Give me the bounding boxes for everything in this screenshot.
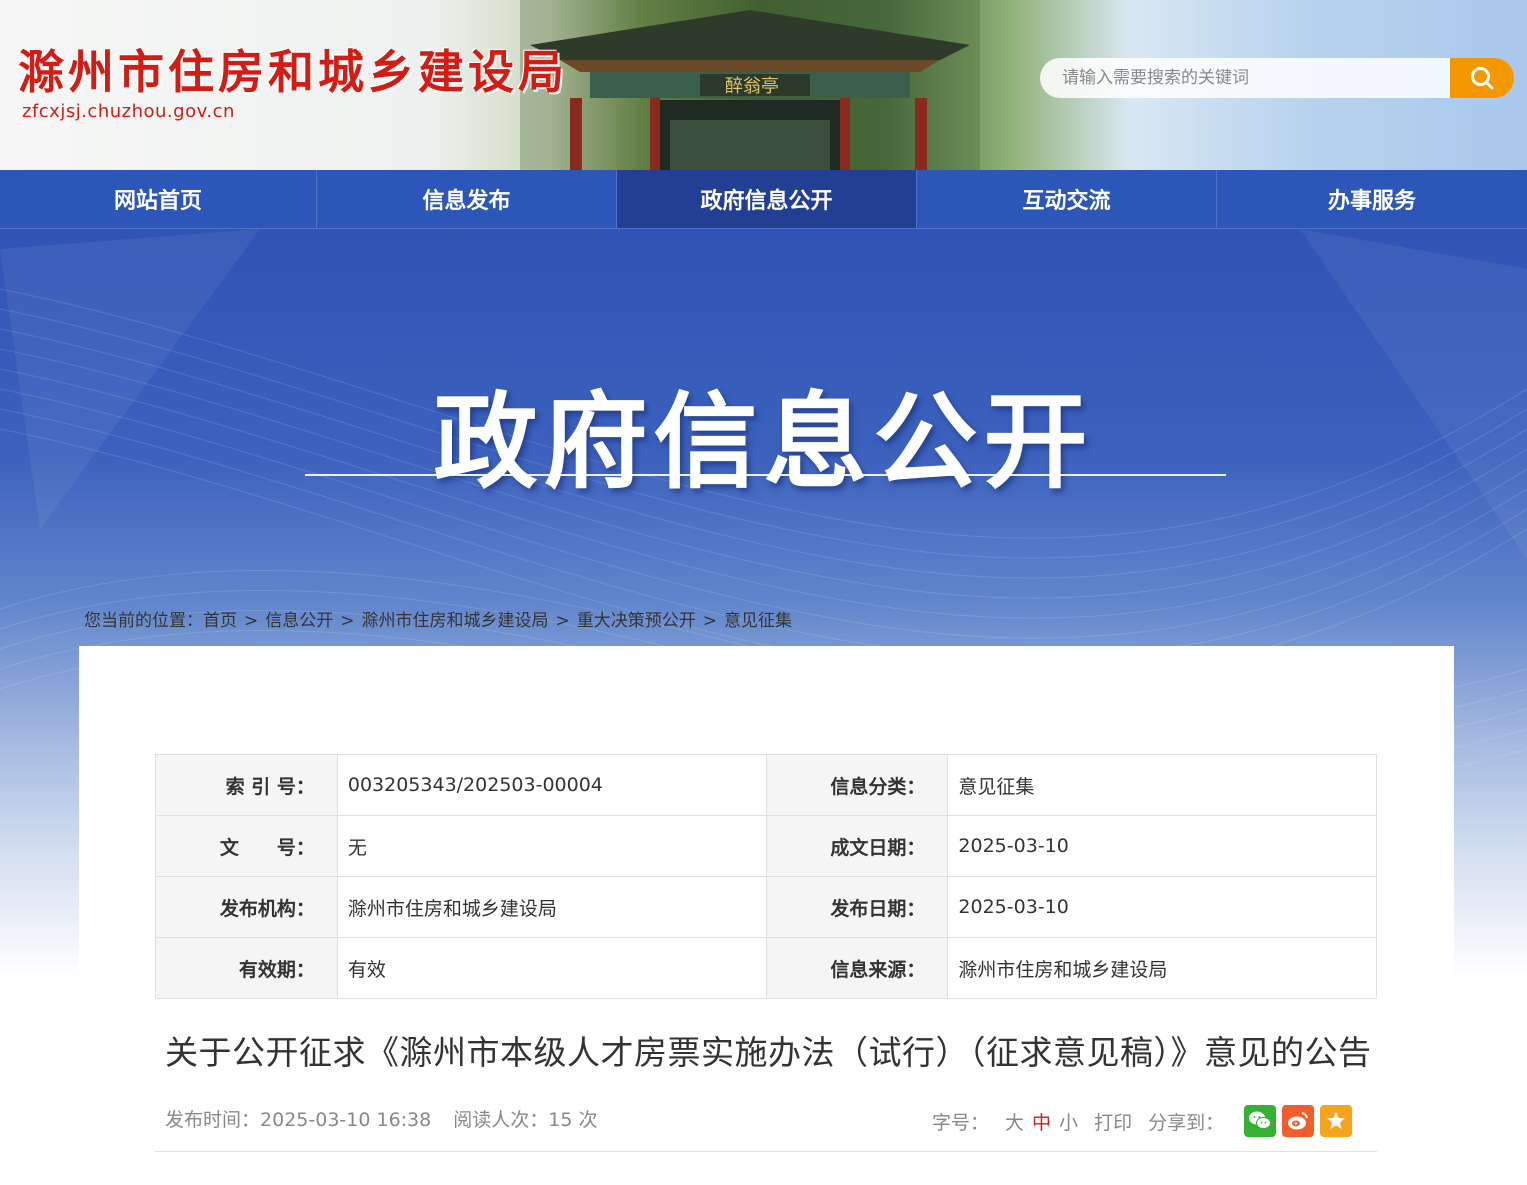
search-box bbox=[1040, 58, 1514, 98]
star-icon bbox=[1327, 1112, 1346, 1129]
breadcrumb-item-bureau[interactable]: 滁州市住房和城乡建设局 bbox=[362, 611, 549, 631]
font-size-small-button[interactable]: 小 bbox=[1059, 1108, 1078, 1135]
banner-underline bbox=[305, 474, 1226, 476]
publish-time-label: 发布时间： bbox=[165, 1109, 261, 1131]
value-info-source: 滁州市住房和城乡建设局 bbox=[947, 937, 1377, 999]
weibo-icon bbox=[1288, 1112, 1309, 1130]
value-written-date: 2025-03-10 bbox=[947, 815, 1377, 877]
nav-item-info-release[interactable]: 信息发布 bbox=[317, 170, 617, 228]
breadcrumb-item-home[interactable]: 首页 bbox=[203, 611, 237, 631]
value-publishing-agency: 滁州市住房和城乡建设局 bbox=[336, 876, 767, 938]
breadcrumb-item-opinion-collection[interactable]: 意见征集 bbox=[724, 611, 792, 631]
table-row: 文 号： 无 成文日期： 2025-03-10 bbox=[155, 815, 1377, 877]
table-row: 有效期： 有效 信息来源： 滁州市住房和城乡建设局 bbox=[155, 937, 1377, 999]
nav-item-home[interactable]: 网站首页 bbox=[0, 170, 317, 228]
banner-title: 政府信息公开 bbox=[433, 381, 1094, 503]
search-icon bbox=[1471, 67, 1494, 90]
breadcrumb-prefix: 您当前的位置： bbox=[84, 611, 203, 631]
search-input[interactable] bbox=[1040, 58, 1450, 98]
pavilion-sign: 醉翁亭 bbox=[725, 76, 779, 97]
value-validity: 有效 bbox=[336, 937, 767, 999]
label-publish-date: 发布日期： bbox=[765, 876, 949, 938]
nav-item-gov-info-disclosure[interactable]: 政府信息公开 bbox=[617, 170, 917, 228]
views-value: 15 次 bbox=[548, 1109, 598, 1131]
breadcrumb-separator: > bbox=[340, 611, 355, 631]
site-header: 醉翁亭 滁州市住房和城乡建设局 zfcxjsj.chuzhou.gov.cn bbox=[0, 0, 1527, 170]
font-size-medium-button[interactable]: 中 bbox=[1032, 1108, 1051, 1135]
nav-item-services[interactable]: 办事服务 bbox=[1217, 170, 1527, 228]
share-label: 分享到： bbox=[1148, 1111, 1225, 1134]
publish-time-value: 2025-03-10 16:38 bbox=[260, 1109, 432, 1131]
site-title: 滁州市住房和城乡建设局 bbox=[18, 45, 568, 99]
article-info: 发布时间：2025-03-10 16:38 阅读人次：15 次 bbox=[165, 1105, 597, 1132]
font-size-label: 字号： bbox=[932, 1111, 990, 1134]
table-row: 发布机构： 滁州市住房和城乡建设局 发布日期： 2025-03-10 bbox=[155, 876, 1377, 938]
table-row: 索 引 号： 003205343/202503-00004 信息分类： 意见征集 bbox=[155, 754, 1377, 816]
share-weibo-button[interactable] bbox=[1282, 1105, 1315, 1137]
value-index-number: 003205343/202503-00004 bbox=[336, 754, 767, 816]
label-publishing-agency: 发布机构： bbox=[155, 876, 338, 938]
breadcrumb-separator: > bbox=[244, 611, 259, 631]
label-index-number: 索 引 号： bbox=[155, 754, 338, 816]
label-info-category: 信息分类： bbox=[765, 754, 949, 816]
site-domain: zfcxjsj.chuzhou.gov.cn bbox=[22, 101, 235, 122]
pavilion-illustration: 醉翁亭 bbox=[520, 0, 980, 170]
value-info-category: 意见征集 bbox=[947, 754, 1377, 816]
share-wechat-button[interactable] bbox=[1244, 1105, 1277, 1137]
search-button[interactable] bbox=[1450, 58, 1514, 98]
content-divider bbox=[155, 1151, 1377, 1152]
breadcrumb-item-info-disclosure[interactable]: 信息公开 bbox=[265, 611, 333, 631]
label-info-source: 信息来源： bbox=[765, 937, 949, 999]
main-nav: 网站首页 信息发布 政府信息公开 互动交流 办事服务 bbox=[0, 170, 1527, 229]
info-meta-table: 索 引 号： 003205343/202503-00004 信息分类： 意见征集… bbox=[155, 754, 1377, 999]
breadcrumb-separator: > bbox=[555, 611, 570, 631]
article-tools: 字号： 大 中 小 打印 分享到： bbox=[932, 1105, 1358, 1137]
label-document-number: 文 号： bbox=[155, 815, 338, 877]
wechat-icon bbox=[1249, 1111, 1272, 1129]
nav-item-interaction[interactable]: 互动交流 bbox=[917, 170, 1217, 228]
content-card: 索 引 号： 003205343/202503-00004 信息分类： 意见征集… bbox=[79, 646, 1454, 1185]
breadcrumb-separator: > bbox=[702, 611, 717, 631]
label-written-date: 成文日期： bbox=[765, 815, 949, 877]
value-document-number: 无 bbox=[336, 815, 767, 877]
share-favorite-button[interactable] bbox=[1320, 1105, 1353, 1137]
breadcrumb-item-decision-preview[interactable]: 重大决策预公开 bbox=[577, 611, 696, 631]
value-publish-date: 2025-03-10 bbox=[947, 876, 1377, 938]
font-size-large-button[interactable]: 大 bbox=[1005, 1108, 1024, 1135]
views-label: 阅读人次： bbox=[453, 1109, 549, 1131]
label-validity: 有效期： bbox=[155, 937, 338, 999]
breadcrumb: 您当前的位置：首页 > 信息公开 > 滁州市住房和城乡建设局 > 重大决策预公开 > 意见征集 bbox=[84, 606, 792, 631]
article-title: 关于公开征求《滁州市本级人才房票实施办法（试行）（征求意见稿）》意见的公告 bbox=[165, 1033, 1372, 1072]
print-button[interactable]: 打印 bbox=[1094, 1108, 1132, 1135]
